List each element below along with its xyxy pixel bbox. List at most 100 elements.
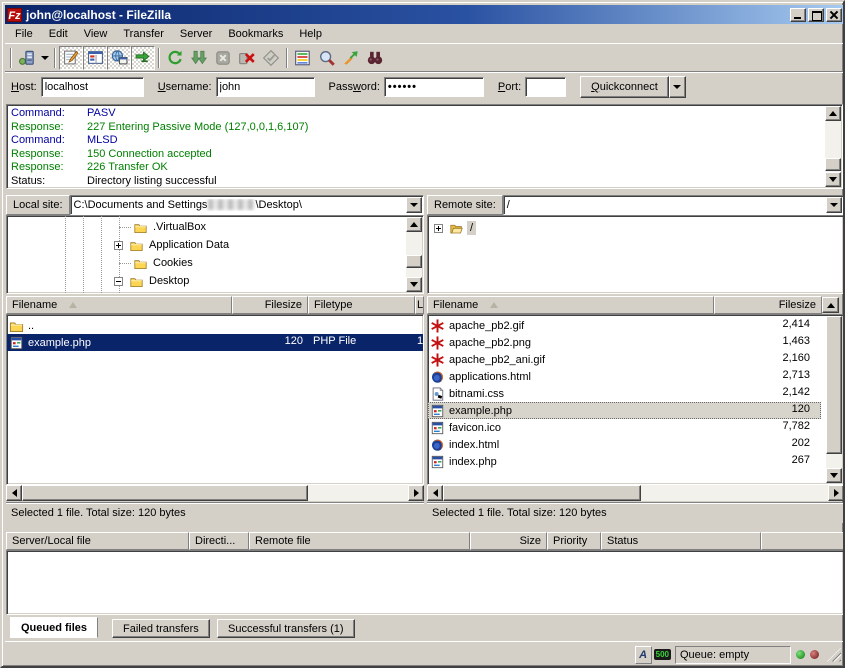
- toggle-remote-tree-button[interactable]: [107, 46, 131, 70]
- remote-list-scrollbar[interactable]: [826, 316, 842, 483]
- tab-queued-files[interactable]: Queued files: [10, 617, 98, 638]
- message-log[interactable]: Command:PASV Response:227 Entering Passi…: [6, 104, 843, 189]
- remote-path-combobox[interactable]: /: [503, 195, 844, 215]
- column-header-filename[interactable]: Filename: [427, 296, 714, 314]
- local-tree-scrollbar[interactable]: [406, 217, 422, 292]
- log-line: Command:MLSD: [7, 134, 842, 148]
- tree-item-root[interactable]: /: [428, 219, 843, 237]
- site-manager-dropdown[interactable]: [39, 46, 51, 70]
- menu-server[interactable]: Server: [172, 26, 220, 42]
- column-header-direction[interactable]: Directi...: [189, 532, 249, 550]
- folder-open-icon: [448, 222, 465, 235]
- log-scrollbar[interactable]: [825, 106, 841, 187]
- scrollbar-thumb[interactable]: [22, 485, 308, 501]
- username-input[interactable]: [216, 77, 315, 97]
- scroll-down-button[interactable]: [826, 468, 842, 483]
- scroll-left-button[interactable]: [427, 485, 443, 501]
- local-hscrollbar[interactable]: [6, 485, 424, 501]
- scrollbar-thumb[interactable]: [406, 255, 422, 268]
- toggle-local-tree-button[interactable]: [83, 46, 107, 70]
- scroll-up-button[interactable]: [406, 217, 422, 232]
- file-row[interactable]: apache_pb2.png 1,463: [428, 334, 843, 351]
- menu-view[interactable]: View: [76, 26, 116, 42]
- local-path-dropdown[interactable]: [406, 197, 422, 213]
- scroll-up-button[interactable]: [825, 106, 841, 121]
- tree-item-application-data[interactable]: Application Data: [7, 236, 423, 254]
- menu-edit[interactable]: Edit: [41, 26, 76, 42]
- compare-button[interactable]: [291, 46, 315, 70]
- tab-successful-transfers[interactable]: Successful transfers (1): [217, 619, 355, 638]
- remote-directory-tree[interactable]: /: [427, 215, 844, 294]
- refresh-button[interactable]: [163, 46, 187, 70]
- port-input[interactable]: [525, 77, 566, 97]
- tree-item-cookies[interactable]: Cookies: [7, 254, 423, 272]
- close-button[interactable]: [826, 8, 842, 22]
- disconnect-button[interactable]: [235, 46, 259, 70]
- scrollbar-thumb[interactable]: [443, 485, 641, 501]
- menu-bookmarks[interactable]: Bookmarks: [220, 26, 291, 42]
- expand-plus-icon[interactable]: [114, 241, 123, 250]
- column-header-filename[interactable]: Filename: [6, 296, 232, 314]
- find-files-button[interactable]: [315, 46, 339, 70]
- menu-file[interactable]: File: [7, 26, 41, 42]
- column-header-filetype[interactable]: Filetype: [308, 296, 415, 314]
- scroll-down-button[interactable]: [825, 172, 841, 187]
- column-header-filesize[interactable]: Filesize: [714, 296, 822, 314]
- quickconnect-button[interactable]: Quickconnect: [580, 76, 669, 98]
- toggle-local-tree-icon: [87, 49, 104, 66]
- collapse-minus-icon[interactable]: [114, 277, 123, 286]
- host-input[interactable]: [41, 77, 144, 97]
- toggle-log-button[interactable]: [59, 46, 83, 70]
- column-header-modified[interactable]: L: [415, 296, 424, 314]
- file-row-selected[interactable]: example.php 120: [428, 402, 821, 419]
- file-row[interactable]: index.php 267: [428, 453, 843, 470]
- scroll-left-button[interactable]: [6, 485, 22, 501]
- file-row-parent[interactable]: ..: [7, 317, 423, 334]
- reconnect-button[interactable]: [259, 46, 283, 70]
- site-manager-button[interactable]: [15, 46, 39, 70]
- file-row[interactable]: index.html 202: [428, 436, 843, 453]
- scroll-right-button[interactable]: [828, 485, 844, 501]
- toggle-queue-button[interactable]: [131, 46, 155, 70]
- title-bar[interactable]: Fz john@localhost - FileZilla: [5, 5, 844, 24]
- local-path-combobox[interactable]: C:\Documents and Settings\Desktop\: [70, 195, 424, 215]
- file-row[interactable]: favicon.ico 7,782: [428, 419, 843, 436]
- remote-hscrollbar[interactable]: [427, 485, 844, 501]
- file-row[interactable]: apache_pb2.gif 2,414: [428, 317, 843, 334]
- minimize-button[interactable]: [790, 8, 806, 22]
- tree-item-virtualbox[interactable]: .VirtualBox: [7, 218, 423, 236]
- tab-failed-transfers[interactable]: Failed transfers: [112, 619, 210, 638]
- scroll-down-button[interactable]: [406, 277, 422, 292]
- sync-browsing-button[interactable]: [339, 46, 363, 70]
- password-input[interactable]: [384, 77, 484, 97]
- cancel-button[interactable]: [211, 46, 235, 70]
- maximize-button[interactable]: [808, 8, 824, 22]
- menu-help[interactable]: Help: [291, 26, 330, 42]
- queue-list[interactable]: [6, 550, 844, 615]
- expand-plus-icon[interactable]: [434, 224, 443, 233]
- file-row[interactable]: bitnami.css 2,142: [428, 385, 843, 402]
- column-header-filesize[interactable]: Filesize: [232, 296, 308, 314]
- process-queue-button[interactable]: [187, 46, 211, 70]
- file-row[interactable]: applications.html 2,713: [428, 368, 843, 385]
- column-header-size[interactable]: Size: [470, 532, 547, 550]
- scroll-right-button[interactable]: [408, 485, 424, 501]
- resize-grip[interactable]: [827, 648, 841, 662]
- scroll-up-button[interactable]: [822, 297, 839, 313]
- menu-transfer[interactable]: Transfer: [115, 26, 172, 42]
- remote-file-list[interactable]: apache_pb2.gif 2,414 apache_pb2.png 1,46…: [427, 314, 844, 485]
- file-row[interactable]: apache_pb2_ani.gif 2,160: [428, 351, 843, 368]
- column-header-status[interactable]: Status: [601, 532, 761, 550]
- scrollbar-thumb[interactable]: [825, 158, 841, 171]
- local-directory-tree[interactable]: .VirtualBox Application Data Cookies Des…: [6, 215, 424, 294]
- quickconnect-dropdown[interactable]: [669, 76, 686, 98]
- remote-path-dropdown[interactable]: [826, 197, 842, 213]
- filter-button[interactable]: [363, 46, 387, 70]
- scrollbar-thumb[interactable]: [826, 316, 842, 454]
- column-header-server-local-file[interactable]: Server/Local file: [6, 532, 189, 550]
- column-header-remote-file[interactable]: Remote file: [249, 532, 470, 550]
- file-row-selected[interactable]: example.php 120 PHP File 1: [7, 334, 423, 351]
- tree-item-desktop[interactable]: Desktop: [7, 272, 423, 290]
- column-header-priority[interactable]: Priority: [547, 532, 601, 550]
- local-file-list[interactable]: .. example.php 120 PHP File 1: [6, 314, 424, 485]
